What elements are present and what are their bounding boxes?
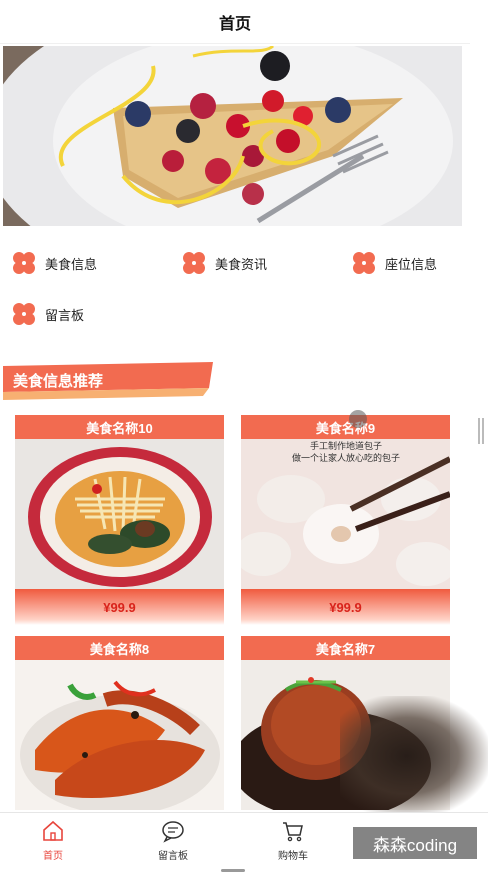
- home-indicator: [221, 869, 245, 872]
- food-price: ¥99.9: [15, 589, 224, 625]
- touch-indicator: [349, 410, 367, 428]
- food-card[interactable]: 美食名称9 手工制作地道包子 做一个让家人放心吃的包子 ¥99.9: [241, 415, 450, 625]
- menu-item-message-board[interactable]: 留言板: [11, 299, 84, 329]
- food-card[interactable]: 美食名称10 ¥99.9: [15, 415, 224, 625]
- cart-icon: [283, 822, 303, 842]
- menu-item-label: 美食信息: [45, 256, 98, 272]
- menu-item-seat-info[interactable]: 座位信息: [351, 248, 437, 278]
- food-price: ¥99.9: [241, 589, 450, 625]
- image-caption: 做一个让家人放心吃的包子: [292, 452, 400, 464]
- watermark: 森森coding: [353, 827, 477, 859]
- tab-label: 购物车: [278, 851, 308, 862]
- menu-item-label: 美食资讯: [215, 256, 268, 272]
- clover-icon: [13, 303, 35, 325]
- page-title: 首页: [218, 15, 251, 33]
- clover-icon: [183, 252, 205, 274]
- menu-item-label: 座位信息: [385, 256, 438, 272]
- clover-icon: [13, 252, 35, 274]
- image-caption: 手工制作地道包子: [310, 440, 382, 452]
- tab-label: 首页: [43, 851, 63, 862]
- tab-label: 留言板: [158, 851, 188, 862]
- blur-overlay: [340, 696, 488, 816]
- tab-message-board[interactable]: 留言板: [133, 819, 213, 862]
- scroll-handle[interactable]: [478, 418, 484, 444]
- banner-carousel[interactable]: [3, 46, 462, 226]
- tab-cart[interactable]: 购物车: [253, 819, 333, 862]
- message-bubble-icon: [162, 821, 184, 843]
- section-header: 美食信息推荐: [3, 362, 215, 400]
- food-image: [15, 439, 224, 589]
- food-name: 美食名称9: [241, 415, 450, 439]
- food-card[interactable]: 美食名称8: [15, 636, 224, 810]
- food-image: 手工制作地道包子 做一个让家人放心吃的包子: [241, 439, 450, 589]
- section-title: 美食信息推荐: [13, 373, 104, 390]
- food-name: 美食名称8: [15, 636, 224, 660]
- menu-item-label: 留言板: [45, 307, 85, 323]
- banner-image: [3, 46, 462, 226]
- food-image: [15, 660, 224, 810]
- menu-item-food-info[interactable]: 美食信息: [11, 248, 97, 278]
- food-name: 美食名称7: [241, 636, 450, 660]
- tab-home[interactable]: 首页: [13, 819, 93, 862]
- home-icon: [43, 820, 63, 841]
- food-name: 美食名称10: [15, 415, 224, 439]
- top-nav-bar: 首页: [0, 0, 470, 44]
- clover-icon: [353, 252, 375, 274]
- menu-item-food-news[interactable]: 美食资讯: [181, 248, 267, 278]
